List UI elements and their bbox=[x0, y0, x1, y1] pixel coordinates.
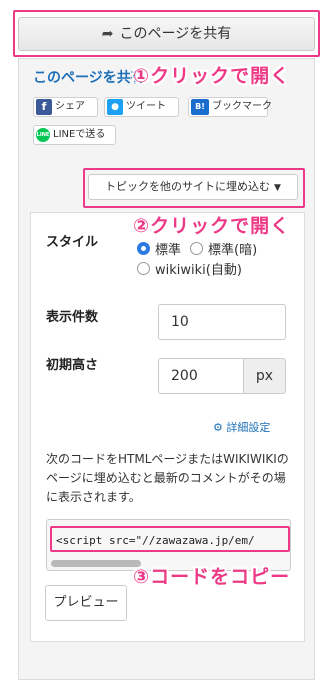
count-label: 表示件数 bbox=[46, 310, 99, 325]
count-input[interactable]: 10 bbox=[158, 304, 286, 340]
facebook-share-label: シェア bbox=[55, 101, 85, 112]
facebook-share-button[interactable]: f シェア bbox=[33, 97, 98, 117]
style-radio-wikiwiki[interactable] bbox=[137, 262, 150, 275]
advanced-settings-link[interactable]: ⚙ 詳細設定 bbox=[213, 419, 270, 435]
share-arrow-icon: ➦ bbox=[101, 26, 114, 42]
callout-step2: ②クリックで開く bbox=[133, 215, 291, 237]
height-label: 初期高さ bbox=[46, 358, 99, 373]
preview-button[interactable]: プレビュー bbox=[45, 585, 127, 621]
twitter-share-button[interactable]: ● ツイート bbox=[104, 97, 179, 117]
style-option-label: 標準(暗) bbox=[208, 243, 258, 258]
style-option-label: 標準 bbox=[155, 243, 182, 258]
facebook-icon: f bbox=[36, 99, 52, 115]
style-label: スタイル bbox=[46, 235, 99, 250]
style-radio-standard[interactable] bbox=[137, 242, 150, 255]
line-share-button[interactable]: LINE LINEで送る bbox=[33, 125, 116, 145]
height-input[interactable]: 200 bbox=[158, 358, 244, 394]
line-share-label: LINEで送る bbox=[53, 129, 106, 140]
embed-description: 次のコードをHTMLページまたはWIKIWIKIのページに埋め込むと最新のコメン… bbox=[46, 452, 289, 504]
style-radio-dark[interactable] bbox=[190, 242, 203, 255]
twitter-bird-icon: ● bbox=[107, 99, 123, 115]
share-page-button[interactable]: ➦ このページを共有 bbox=[18, 17, 315, 51]
hatena-bookmark-icon: B! bbox=[191, 99, 209, 115]
hatena-bookmark-label: ブックマーク bbox=[212, 101, 272, 112]
embed-topic-label: トピックを他のサイトに埋め込む bbox=[105, 180, 271, 193]
style-option-label: wikiwiki(自動) bbox=[155, 263, 242, 278]
embed-code[interactable]: <script src="//zawazawa.jp/em/ bbox=[56, 534, 255, 547]
callout-step3: ③コードをコピー bbox=[133, 566, 291, 588]
embed-topic-dropdown[interactable]: トピックを他のサイトに埋め込む ▼ bbox=[88, 174, 298, 200]
share-page-button-label: このページを共有 bbox=[119, 26, 232, 42]
code-scrollbar[interactable] bbox=[51, 560, 141, 567]
section-title: このページを共有 bbox=[33, 70, 145, 86]
callout-step1: ①クリックで開く bbox=[133, 65, 291, 87]
twitter-share-label: ツイート bbox=[126, 101, 166, 112]
chevron-down-icon: ▼ bbox=[274, 183, 281, 193]
height-unit: px bbox=[243, 358, 286, 394]
advanced-settings-label: 詳細設定 bbox=[226, 421, 271, 434]
gear-icon: ⚙ bbox=[213, 421, 223, 434]
hatena-bookmark-button[interactable]: B! ブックマーク bbox=[188, 97, 272, 117]
line-icon: LINE bbox=[36, 128, 50, 142]
